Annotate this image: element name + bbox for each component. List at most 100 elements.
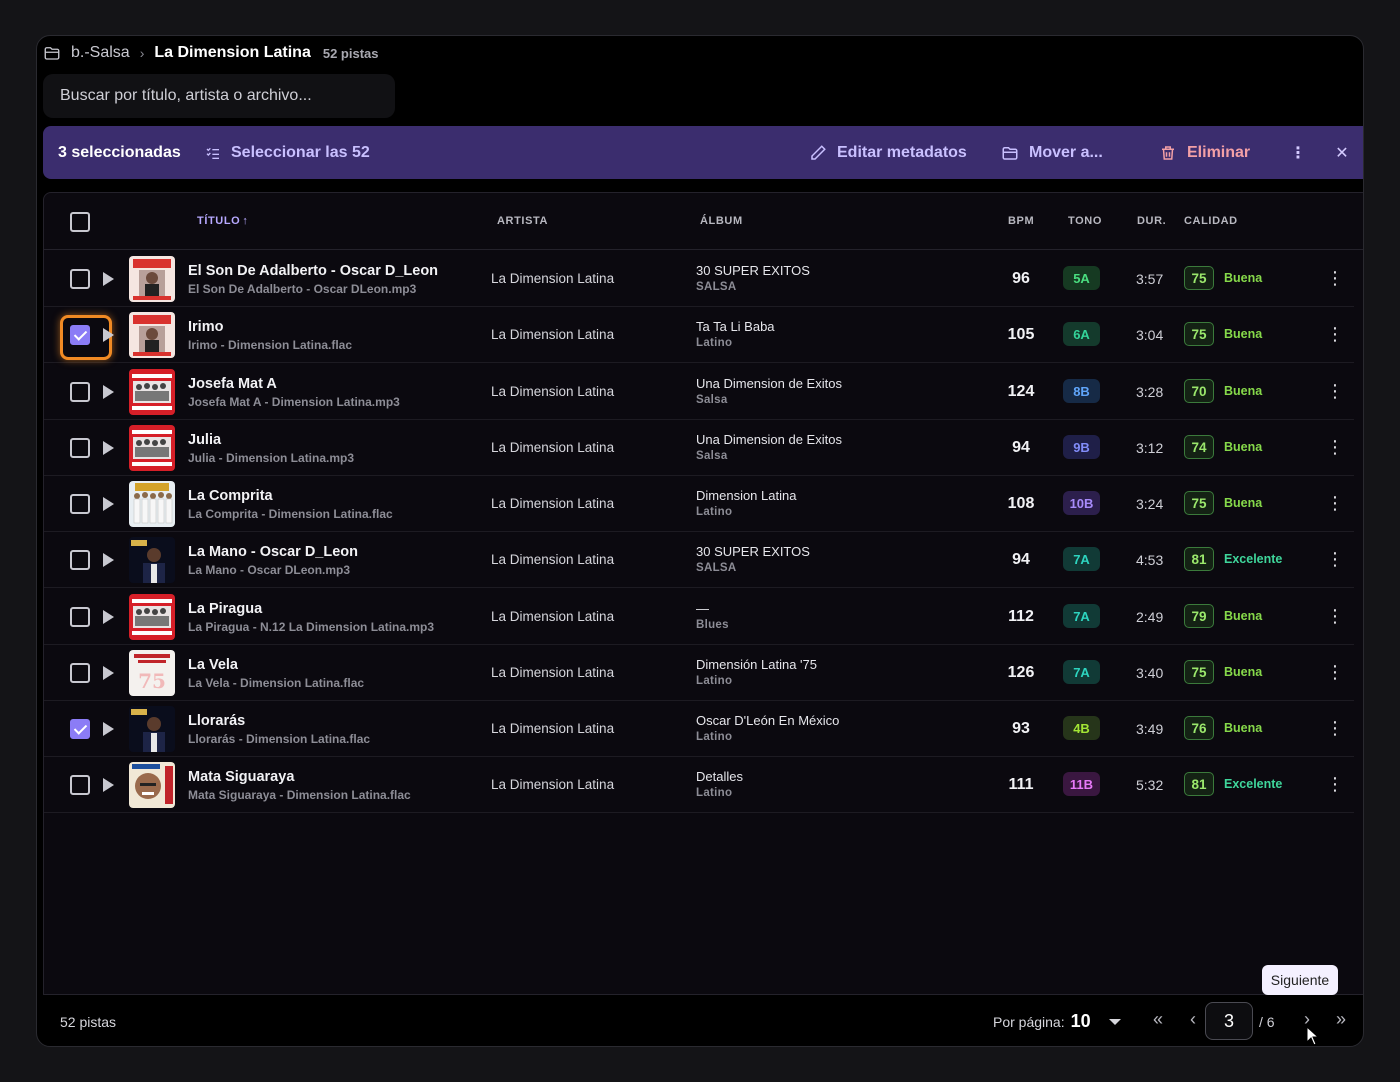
select-all-checkbox[interactable] xyxy=(70,212,90,232)
folder-icon xyxy=(43,44,61,62)
edit-metadata-label: Editar metadatos xyxy=(837,143,967,161)
track-bpm: 111 xyxy=(1008,776,1034,793)
search-box[interactable] xyxy=(43,74,395,118)
key-badge: 8B xyxy=(1063,379,1100,403)
track-album: Oscar D'León En México xyxy=(696,713,840,728)
column-key[interactable]: TONO xyxy=(1068,215,1102,227)
row-menu-icon[interactable]: ⋮ xyxy=(1326,492,1344,514)
track-album: Ta Ta Li Baba xyxy=(696,319,775,334)
row-checkbox[interactable] xyxy=(70,382,90,402)
play-icon[interactable] xyxy=(103,778,114,792)
track-duration: 5:32 xyxy=(1136,777,1164,793)
checklist-icon xyxy=(206,147,219,159)
track-album: — xyxy=(696,601,709,616)
prev-page-icon[interactable]: ‹ xyxy=(1181,1009,1205,1030)
search-input[interactable] xyxy=(60,87,395,105)
row-menu-icon[interactable]: ⋮ xyxy=(1326,605,1344,627)
table-row[interactable]: Josefa Mat A Josefa Mat A - Dimension Lat… xyxy=(44,364,1354,420)
last-page-icon[interactable]: » xyxy=(1329,1009,1353,1030)
column-bpm[interactable]: BPM xyxy=(1008,215,1034,227)
row-checkbox[interactable] xyxy=(70,325,90,345)
track-filename: La Mano - Oscar DLeon.mp3 xyxy=(188,563,351,577)
row-menu-icon[interactable]: ⋮ xyxy=(1326,717,1344,739)
breadcrumb-root[interactable]: b.-Salsa xyxy=(71,44,130,62)
app-window: b.-Salsa › La Dimension Latina 52 pistas… xyxy=(36,35,1364,1047)
track-duration: 3:57 xyxy=(1136,271,1164,287)
more-options-icon[interactable]: ⋮ xyxy=(1287,143,1309,163)
breadcrumb-current: La Dimension Latina xyxy=(154,44,311,61)
table-row[interactable]: Llorarás Llorarás - Dimension Latina.flac… xyxy=(44,701,1354,757)
edit-metadata-button[interactable]: Editar metadatos xyxy=(809,144,967,162)
table-row[interactable]: La Mano - Oscar D_Leon La Mano - Oscar DL… xyxy=(44,532,1354,588)
move-to-button[interactable]: Mover a... xyxy=(1001,144,1103,162)
row-menu-icon[interactable]: ⋮ xyxy=(1326,548,1344,570)
play-icon[interactable] xyxy=(103,441,114,455)
track-artist: La Dimension Latina xyxy=(491,384,615,399)
row-checkbox[interactable] xyxy=(70,494,90,514)
page-input[interactable]: 3 xyxy=(1205,1002,1253,1040)
sort-up-icon: ↑ xyxy=(242,215,249,227)
chevron-right-icon: › xyxy=(139,45,145,61)
row-checkbox[interactable] xyxy=(70,775,90,795)
select-all-button[interactable]: Seleccionar las 52 xyxy=(205,144,370,162)
key-badge: 10B xyxy=(1063,491,1100,515)
table-row[interactable]: El Son De Adalberto - Oscar D_Leon El Son… xyxy=(44,251,1354,307)
per-page-select[interactable]: Por página: 10 xyxy=(993,1011,1121,1032)
row-checkbox[interactable] xyxy=(70,663,90,683)
play-icon[interactable] xyxy=(103,272,114,286)
track-album: Una Dimension de Exitos xyxy=(696,376,842,391)
column-title[interactable]: TÍTULO ↑ xyxy=(197,215,248,227)
track-album: Una Dimension de Exitos xyxy=(696,432,842,447)
row-menu-icon[interactable]: ⋮ xyxy=(1326,436,1344,458)
total-tracks: 52 pistas xyxy=(60,1014,117,1030)
quality-label: Buena xyxy=(1224,496,1263,510)
play-icon[interactable] xyxy=(103,610,114,624)
play-icon[interactable] xyxy=(103,666,114,680)
row-menu-icon[interactable]: ⋮ xyxy=(1326,267,1344,289)
column-duration[interactable]: DUR. xyxy=(1137,215,1166,227)
row-menu-icon[interactable]: ⋮ xyxy=(1326,380,1344,402)
close-icon[interactable]: ✕ xyxy=(1331,143,1353,163)
play-icon[interactable] xyxy=(103,553,114,567)
play-icon[interactable] xyxy=(103,722,114,736)
album-art xyxy=(129,762,175,808)
quality-score: 79 xyxy=(1184,604,1214,628)
table-row[interactable]: La Comprita La Comprita - Dimension Latin… xyxy=(44,476,1354,532)
column-album[interactable]: ÁLBUM xyxy=(700,215,743,227)
trash-icon xyxy=(1162,145,1174,160)
album-art xyxy=(129,481,175,527)
table-row[interactable]: Julia Julia - Dimension Latina.mp3 La Dime… xyxy=(44,420,1354,476)
table-row[interactable]: La Piragua La Piragua - N.12 La Dimension… xyxy=(44,589,1354,645)
row-menu-icon[interactable]: ⋮ xyxy=(1326,661,1344,683)
row-checkbox[interactable] xyxy=(70,269,90,289)
delete-label: Eliminar xyxy=(1187,143,1251,161)
track-album: Dimensión Latina '75 xyxy=(696,657,817,672)
row-checkbox[interactable] xyxy=(70,550,90,570)
first-page-icon[interactable]: « xyxy=(1146,1009,1170,1030)
row-checkbox[interactable] xyxy=(70,607,90,627)
table-row[interactable]: Irimo Irimo - Dimension Latina.flac La Dim… xyxy=(44,307,1354,363)
track-genre: Blues xyxy=(696,619,729,631)
track-bpm: 126 xyxy=(1007,664,1035,681)
table-row[interactable]: 75 La Vela La Vela - Dimension Latina.flac… xyxy=(44,645,1354,701)
column-artist[interactable]: ARTISTA xyxy=(497,215,548,227)
key-badge: 7A xyxy=(1063,547,1100,571)
track-genre: Latino xyxy=(696,731,733,743)
row-menu-icon[interactable]: ⋮ xyxy=(1326,323,1344,345)
track-artist: La Dimension Latina xyxy=(491,609,615,624)
row-checkbox[interactable] xyxy=(70,438,90,458)
play-icon[interactable] xyxy=(103,497,114,511)
row-checkbox[interactable] xyxy=(70,719,90,739)
quality-label: Buena xyxy=(1224,327,1263,341)
track-filename: Llorarás - Dimension Latina.flac xyxy=(188,732,371,746)
play-icon[interactable] xyxy=(103,328,114,342)
track-duration: 4:53 xyxy=(1136,552,1164,568)
quality-label: Buena xyxy=(1224,609,1263,623)
album-art xyxy=(129,312,175,358)
row-menu-icon[interactable]: ⋮ xyxy=(1326,773,1344,795)
table-row[interactable]: Mata Siguaraya Mata Siguaraya - Dimension… xyxy=(44,757,1354,813)
track-filename: Mata Siguaraya - Dimension Latina.flac xyxy=(188,788,411,802)
delete-button[interactable]: Eliminar xyxy=(1159,144,1250,162)
play-icon[interactable] xyxy=(103,385,114,399)
column-quality[interactable]: CALIDAD xyxy=(1184,215,1238,227)
